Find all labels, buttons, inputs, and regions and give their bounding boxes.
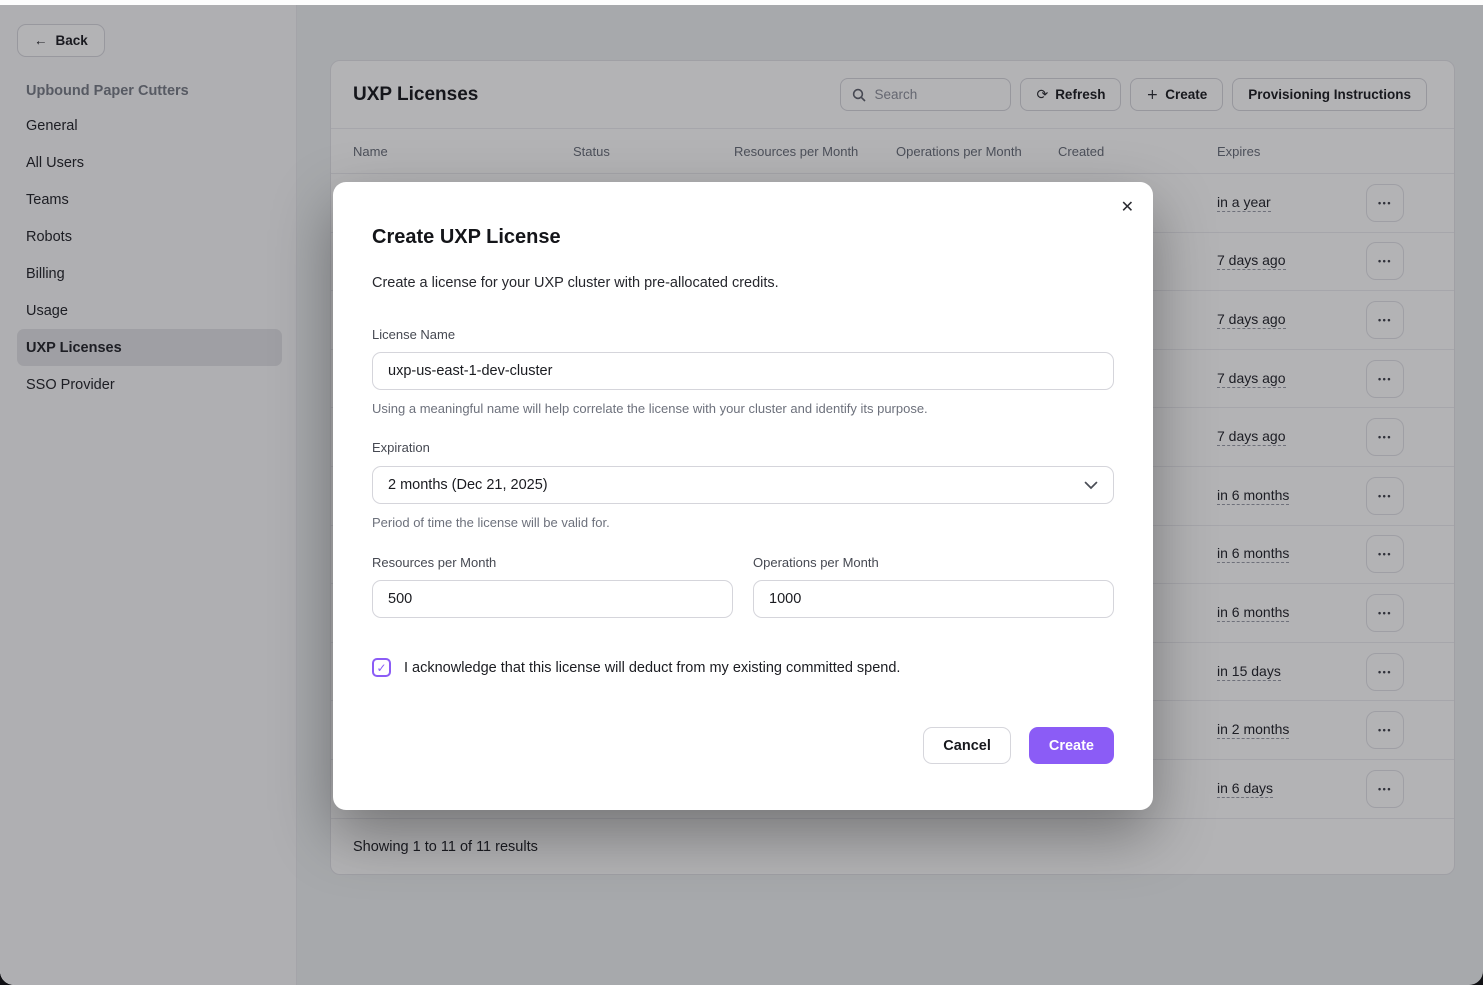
expiration-select[interactable]: 2 months (Dec 21, 2025) — [372, 466, 1114, 504]
license-name-help: Using a meaningful name will help correl… — [372, 401, 1114, 416]
acknowledge-label: I acknowledge that this license will ded… — [404, 660, 900, 676]
create-license-button[interactable]: Create — [1029, 727, 1114, 764]
app-window: ← Back Upbound Paper Cutters General All… — [0, 0, 1483, 985]
license-name-label: License Name — [372, 327, 1114, 342]
expiration-help: Period of time the license will be valid… — [372, 515, 1114, 530]
operations-label: Operations per Month — [753, 555, 1114, 570]
resources-label: Resources per Month — [372, 555, 733, 570]
license-name-input[interactable] — [372, 352, 1114, 390]
close-icon[interactable]: ✕ — [1121, 197, 1134, 216]
window-top-edge — [0, 0, 1483, 5]
check-icon: ✓ — [376, 661, 386, 675]
acknowledge-checkbox[interactable]: ✓ — [372, 658, 391, 677]
operations-input[interactable] — [753, 580, 1114, 618]
dialog-actions: Cancel Create — [372, 727, 1114, 764]
resources-input[interactable] — [372, 580, 733, 618]
create-uxp-license-dialog: ✕ Create UXP License Create a license fo… — [333, 182, 1153, 810]
chevron-down-icon — [1084, 481, 1098, 490]
expiration-label: Expiration — [372, 440, 1114, 455]
dialog-description: Create a license for your UXP cluster wi… — [372, 275, 1114, 291]
cancel-button[interactable]: Cancel — [923, 727, 1011, 764]
dialog-title: Create UXP License — [372, 226, 1114, 249]
expiration-value: 2 months (Dec 21, 2025) — [388, 477, 548, 493]
